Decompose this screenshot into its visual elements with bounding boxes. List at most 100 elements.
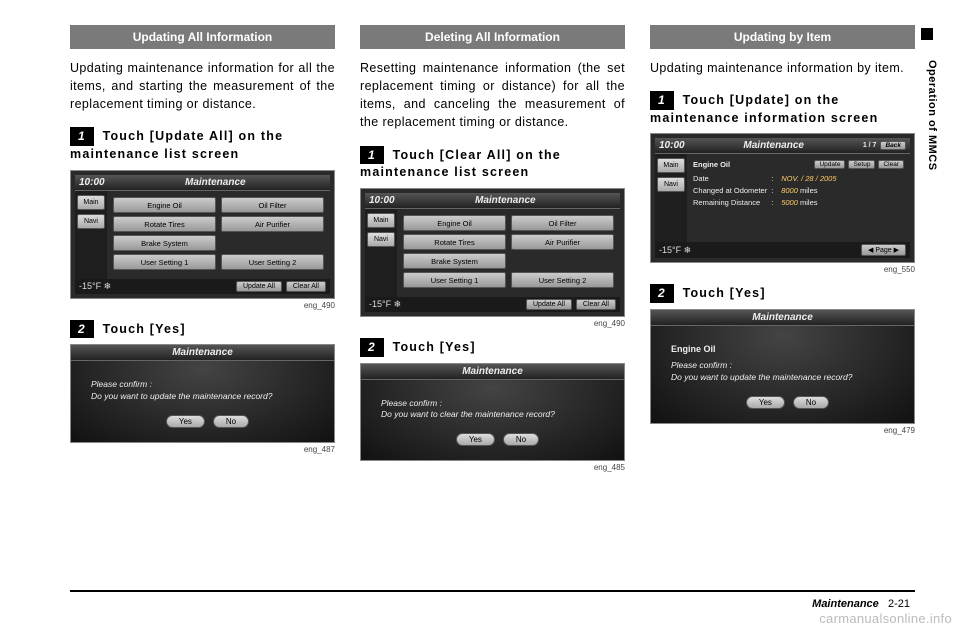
item-brake-system[interactable]: Brake System	[113, 235, 216, 251]
rem-value: 5000	[781, 198, 798, 207]
heading-deleting-all: Deleting All Information	[360, 25, 625, 49]
caption-3a: eng_550	[650, 265, 915, 274]
setup-button[interactable]: Setup	[848, 160, 875, 169]
screen-title: Maintenance	[172, 347, 233, 358]
item-oil-filter[interactable]: Oil Filter	[511, 215, 614, 231]
step-1-updating-all: 1 Touch [Update All] on the maintenance …	[70, 127, 335, 163]
confirm-lead: Please confirm :	[91, 379, 324, 391]
body-updating-item: Updating maintenance information by item…	[650, 59, 915, 77]
item-title: Engine Oil	[693, 160, 730, 169]
screen-title: Maintenance	[462, 366, 523, 377]
screenshot-maintenance-info: 10:00 Maintenance 1 / 7 Back Main Navi E…	[650, 133, 915, 263]
item-user1[interactable]: User Setting 1	[403, 272, 506, 288]
step-2-updating-all: 2 Touch [Yes]	[70, 320, 335, 339]
confirm-question: Do you want to clear the maintenance rec…	[381, 409, 614, 421]
date-label: Date	[693, 174, 767, 183]
step-number-icon: 1	[650, 91, 674, 110]
item-rotate-tires[interactable]: Rotate Tires	[403, 234, 506, 250]
temp-label: -15°F ❄	[79, 281, 111, 292]
item-rotate-tires[interactable]: Rotate Tires	[113, 216, 216, 232]
screenshot-confirm-clear: Maintenance Please confirm : Do you want…	[360, 363, 625, 462]
column-updating-all: Updating All Information Updating mainte…	[70, 25, 335, 560]
update-button[interactable]: Update	[814, 160, 845, 169]
screenshot-maintenance-list-1: 10:00 Maintenance Main Navi Engine Oil O…	[70, 170, 335, 299]
step-1-updating-item: 1 Touch [Update] on the maintenance info…	[650, 91, 915, 127]
item-user1[interactable]: User Setting 1	[113, 254, 216, 270]
clear-button[interactable]: Clear	[878, 160, 904, 169]
step-number-icon: 2	[70, 320, 94, 339]
body-updating-all: Updating maintenance information for all…	[70, 59, 335, 113]
column-deleting-all: Deleting All Information Resetting maint…	[360, 25, 625, 560]
step-2-text: Touch [Yes]	[393, 340, 476, 354]
item-engine-oil[interactable]: Engine Oil	[113, 197, 216, 213]
heading-updating-item: Updating by Item	[650, 25, 915, 49]
yes-button[interactable]: Yes	[166, 415, 205, 428]
odo-value: 8000	[781, 186, 798, 195]
body-deleting-all: Resetting maintenance information (the s…	[360, 59, 625, 132]
step-1-text: Touch [Update] on the maintenance inform…	[650, 93, 878, 125]
column-updating-item: Updating by Item Updating maintenance in…	[650, 25, 915, 560]
caption-3b: eng_479	[650, 426, 915, 435]
navi-tab[interactable]: Navi	[367, 232, 395, 247]
item-oil-filter[interactable]: Oil Filter	[221, 197, 324, 213]
clear-all-button[interactable]: Clear All	[576, 299, 616, 310]
caption-1a: eng_490	[70, 301, 335, 310]
step-number-icon: 1	[360, 146, 384, 165]
clock-label: 10:00	[79, 177, 105, 188]
page-columns: Updating All Information Updating mainte…	[0, 0, 960, 560]
main-tab[interactable]: Main	[367, 213, 395, 228]
screen-title: Maintenance	[752, 312, 813, 323]
step-number-icon: 2	[650, 284, 674, 303]
yes-button[interactable]: Yes	[746, 396, 785, 409]
step-2-text: Touch [Yes]	[103, 322, 186, 336]
no-button[interactable]: No	[793, 396, 829, 409]
footer-rule	[70, 590, 915, 592]
navi-tab[interactable]: Navi	[657, 177, 685, 192]
no-button[interactable]: No	[213, 415, 249, 428]
confirm-lead: Please confirm :	[671, 360, 904, 372]
date-value: NOV. / 28 / 2005	[781, 174, 904, 183]
screen-title: Maintenance	[185, 177, 246, 188]
step-1-deleting-all: 1 Touch [Clear All] on the maintenance l…	[360, 146, 625, 182]
caption-2a: eng_490	[360, 319, 625, 328]
navi-tab[interactable]: Navi	[77, 214, 105, 229]
confirm-question: Do you want to update the maintenance re…	[91, 391, 324, 403]
step-1-text: Touch [Clear All] on the maintenance lis…	[360, 148, 561, 180]
item-engine-oil[interactable]: Engine Oil	[403, 215, 506, 231]
step-1-text: Touch [Update All] on the maintenance li…	[70, 129, 283, 161]
main-tab[interactable]: Main	[657, 158, 685, 173]
item-air-purifier[interactable]: Air Purifier	[221, 216, 324, 232]
step-2-text: Touch [Yes]	[683, 286, 766, 300]
screenshot-maintenance-list-2: 10:00 Maintenance Main Navi Engine Oil O…	[360, 188, 625, 317]
item-user2[interactable]: User Setting 2	[511, 272, 614, 288]
item-user2[interactable]: User Setting 2	[221, 254, 324, 270]
back-button[interactable]: Back	[880, 141, 906, 150]
footer-page: 2-21	[888, 598, 910, 610]
update-all-button[interactable]: Update All	[236, 281, 282, 292]
screen-title: Maintenance	[743, 140, 804, 151]
main-tab[interactable]: Main	[77, 195, 105, 210]
confirm-question: Do you want to update the maintenance re…	[671, 372, 904, 384]
item-title: Engine Oil	[671, 344, 904, 354]
yes-button[interactable]: Yes	[456, 433, 495, 446]
pager[interactable]: ◀ Page ▶	[861, 244, 906, 256]
temp-label: -15°F ❄	[369, 299, 401, 310]
confirm-lead: Please confirm :	[381, 398, 614, 410]
screenshot-confirm-update: Maintenance Please confirm : Do you want…	[70, 344, 335, 443]
item-air-purifier[interactable]: Air Purifier	[511, 234, 614, 250]
temp-label: -15°F ❄	[659, 245, 691, 256]
no-button[interactable]: No	[503, 433, 539, 446]
clear-all-button[interactable]: Clear All	[286, 281, 326, 292]
page-indicator: 1 / 7	[863, 142, 877, 149]
clock-label: 10:00	[369, 195, 395, 206]
step-2-updating-item: 2 Touch [Yes]	[650, 284, 915, 303]
clock-label: 10:00	[659, 140, 685, 151]
update-all-button[interactable]: Update All	[526, 299, 572, 310]
heading-updating-all: Updating All Information	[70, 25, 335, 49]
section-marker	[921, 28, 933, 40]
caption-2b: eng_485	[360, 463, 625, 472]
caption-1b: eng_487	[70, 445, 335, 454]
rem-label: Remaining Distance	[693, 198, 767, 207]
footer-label: Maintenance	[812, 598, 879, 610]
item-brake-system[interactable]: Brake System	[403, 253, 506, 269]
